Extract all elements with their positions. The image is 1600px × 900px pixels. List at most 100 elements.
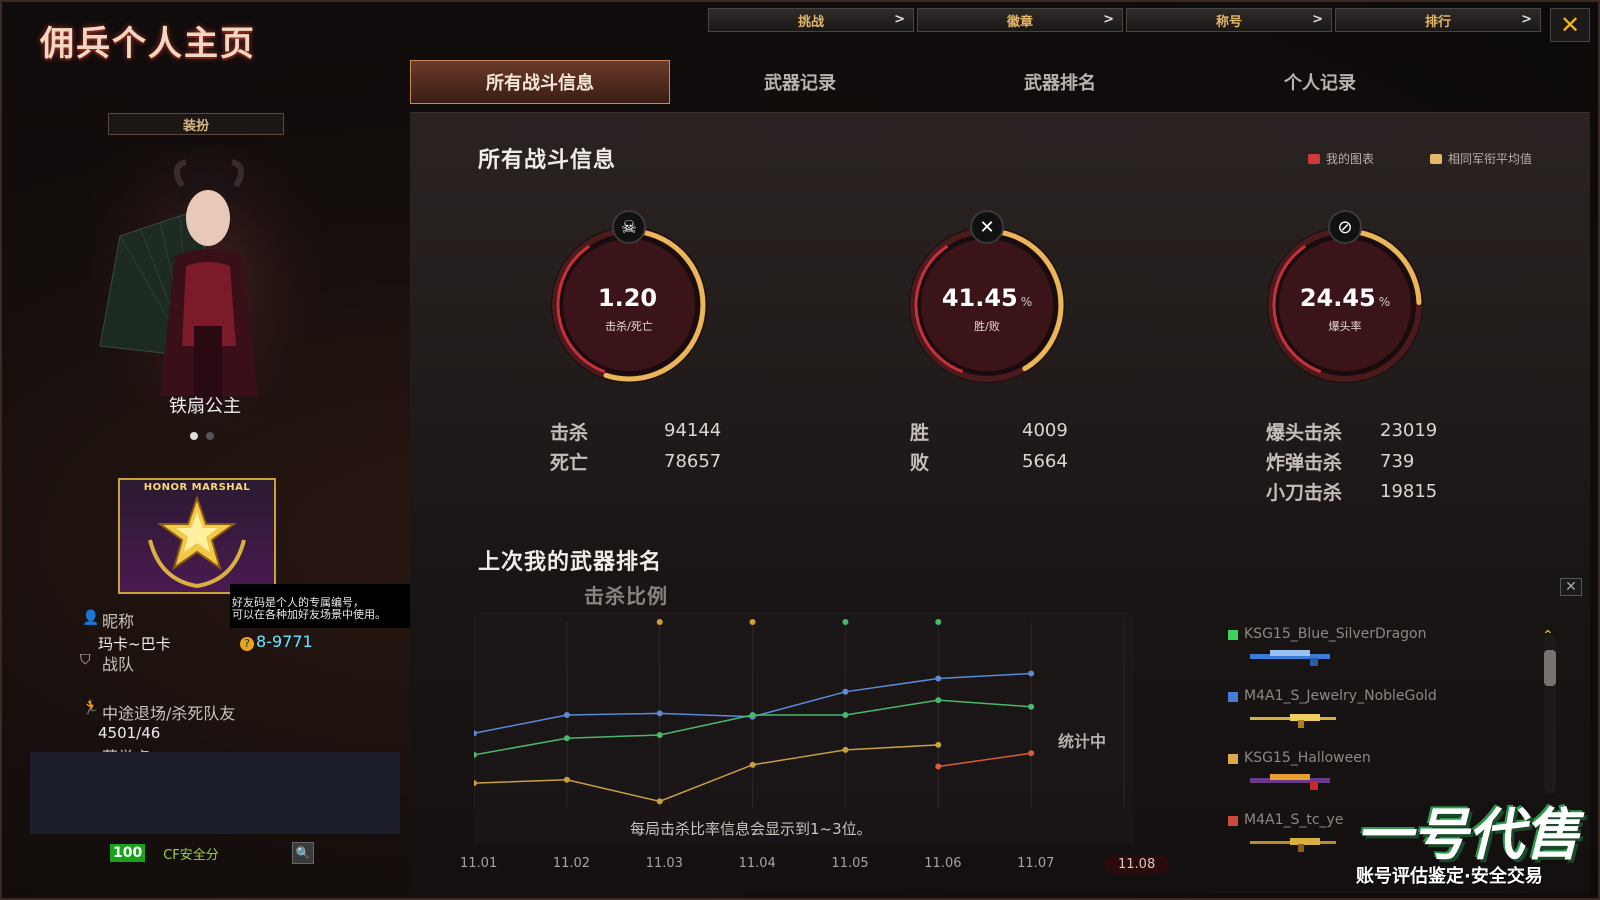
redacted-panel bbox=[30, 752, 400, 834]
x-tick-label: 11.04 bbox=[738, 856, 776, 871]
user-icon: 👤 bbox=[82, 610, 100, 626]
top-marker-point bbox=[749, 619, 756, 625]
kd-gauge: 1.20 击杀/死亡 bbox=[546, 222, 712, 388]
nav-badge-button[interactable]: 徽章 > bbox=[917, 8, 1123, 32]
watermark-brand: 一号代售 bbox=[1356, 803, 1580, 868]
honor-rank-badge: HONOR MARSHAL bbox=[118, 478, 276, 594]
nav-rank-label: 排行 bbox=[1424, 14, 1451, 30]
chevron-right-icon: > bbox=[1521, 12, 1532, 27]
top-marker-point bbox=[842, 619, 849, 625]
chevron-right-icon: > bbox=[1103, 12, 1114, 27]
watermark: 一号代售 账号评估鉴定·安全交易 bbox=[1356, 790, 1594, 898]
crossed-guns-icon: ✕ bbox=[970, 210, 1004, 244]
legend-label: 相同军衔平均值 bbox=[1448, 152, 1533, 166]
star-emblem-icon bbox=[148, 494, 246, 589]
weapon-color-swatch bbox=[1228, 692, 1238, 702]
shield-icon: ⛉ bbox=[80, 652, 91, 668]
series-point bbox=[842, 712, 849, 719]
scroll-up-icon[interactable]: ⌃ bbox=[1542, 628, 1554, 644]
security-score-value: 100 bbox=[110, 844, 146, 862]
x-tick-label[interactable]: 11.08 bbox=[1104, 856, 1170, 873]
kd-sublabel: 击杀/死亡 bbox=[605, 320, 653, 333]
series-point bbox=[563, 712, 570, 719]
tab-weapon-records[interactable]: 武器记录 bbox=[670, 60, 930, 104]
watermark-slogan: 账号评估鉴定·安全交易 bbox=[1356, 866, 1543, 887]
nav-badge-label: 徽章 bbox=[1006, 14, 1033, 30]
chart-background bbox=[474, 612, 1134, 844]
nav-rank-button[interactable]: 排行 > bbox=[1335, 8, 1541, 32]
win-rate-gauge: 41.45% 胜/败 bbox=[904, 222, 1070, 388]
magnifier-icon[interactable]: 🔍 bbox=[292, 842, 314, 864]
series-point bbox=[656, 710, 663, 717]
headshot-kill-label: 爆头击杀 bbox=[1266, 422, 1343, 444]
running-icon: 🏃 bbox=[82, 700, 100, 716]
weapon-name: KSG15_Halloween bbox=[1244, 750, 1371, 766]
question-icon[interactable]: ? bbox=[240, 637, 254, 651]
weapon-list-scrollbar[interactable]: ⌃ bbox=[1542, 628, 1556, 794]
tab-personal-records[interactable]: 个人记录 bbox=[1190, 60, 1450, 104]
series-point bbox=[1028, 670, 1035, 677]
outfit-button[interactable]: 装扮 bbox=[108, 113, 284, 135]
chart-svg bbox=[474, 612, 1134, 844]
scrollbar-thumb[interactable] bbox=[1544, 650, 1556, 686]
knife-kill-value: 19815 bbox=[1380, 481, 1438, 502]
top-navigation: 挑战 > 徽章 > 称号 > 排行 > bbox=[708, 8, 1541, 32]
headshot-icon: ⊘ bbox=[1328, 210, 1362, 244]
close-button[interactable]: ✕ bbox=[1550, 8, 1590, 42]
x-tick-label: 11.07 bbox=[1017, 856, 1055, 871]
chevron-right-icon: > bbox=[1312, 12, 1323, 27]
series-point bbox=[935, 763, 942, 770]
chevron-right-icon: > bbox=[894, 12, 905, 27]
weapon-name: KSG15_Blue_SilverDragon bbox=[1244, 626, 1427, 642]
shotgun-icon bbox=[1250, 650, 1330, 666]
security-score: 100 CF安全分 🔍 bbox=[110, 842, 314, 864]
legend-mine: 我的图表 bbox=[1308, 150, 1374, 167]
top-marker-point bbox=[656, 619, 663, 625]
weapon-item[interactable]: M4A1_S_Jewelry_NobleGold bbox=[1228, 688, 1488, 748]
headshot-gauge: 24.45% 爆头率 bbox=[1262, 222, 1428, 388]
headshot-kill-value: 23019 bbox=[1380, 420, 1438, 441]
lose-value: 5664 bbox=[1022, 451, 1068, 472]
win-rate-value: 41.45% bbox=[941, 284, 1033, 312]
kill-value: 94144 bbox=[664, 420, 722, 441]
series-point bbox=[935, 675, 942, 682]
x-tick-label: 11.02 bbox=[552, 856, 591, 871]
friend-code[interactable]: ? 8-9771 bbox=[240, 632, 313, 651]
tab-weapon-ranking[interactable]: 武器排名 bbox=[930, 60, 1190, 104]
knife-kill-label: 小刀击杀 bbox=[1266, 482, 1343, 504]
section-title: 所有战斗信息 bbox=[478, 148, 617, 173]
skull-icon: ☠ bbox=[612, 210, 646, 244]
lose-label: 败 bbox=[910, 452, 930, 474]
win-value: 4009 bbox=[1022, 420, 1068, 441]
dot-active[interactable] bbox=[190, 432, 198, 440]
x-tick-label: 11.01 bbox=[460, 856, 498, 871]
series-point bbox=[1028, 703, 1035, 710]
legend-label: 我的图表 bbox=[1326, 152, 1375, 166]
series-point bbox=[749, 761, 756, 768]
weapon-color-swatch bbox=[1228, 630, 1238, 640]
weapon-item[interactable]: KSG15_Blue_SilverDragon bbox=[1228, 626, 1488, 686]
series-point bbox=[1028, 750, 1035, 757]
chart-note: 每局击杀比率信息会显示到1~3位。 bbox=[630, 820, 872, 838]
series-point bbox=[656, 731, 663, 738]
tab-all-battle-info[interactable]: 所有战斗信息 bbox=[410, 60, 670, 104]
weapon-name: M4A1_S_Jewelry_NobleGold bbox=[1244, 688, 1437, 704]
nav-challenge-button[interactable]: 挑战 > bbox=[708, 8, 914, 32]
dot[interactable] bbox=[206, 432, 214, 440]
carousel-dots[interactable] bbox=[190, 425, 222, 444]
security-score-label: CF安全分 bbox=[163, 847, 219, 863]
weapon-color-swatch bbox=[1228, 816, 1238, 826]
x-tick-label: 11.03 bbox=[645, 856, 683, 871]
series-point bbox=[842, 688, 849, 695]
win-rate-sublabel: 胜/败 bbox=[974, 320, 1000, 333]
series-point bbox=[749, 712, 756, 719]
top-marker-point bbox=[935, 619, 942, 625]
kill-label: 击杀 bbox=[550, 422, 589, 444]
shotgun-icon bbox=[1250, 774, 1330, 790]
nav-title-label: 称号 bbox=[1215, 14, 1242, 30]
series-point bbox=[935, 697, 942, 704]
legend-average: 相同军衔平均值 bbox=[1430, 150, 1532, 167]
nav-title-button[interactable]: 称号 > bbox=[1126, 8, 1332, 32]
close-icon[interactable]: ✕ bbox=[1560, 578, 1582, 596]
chart-status: 统计中 bbox=[1058, 732, 1107, 751]
